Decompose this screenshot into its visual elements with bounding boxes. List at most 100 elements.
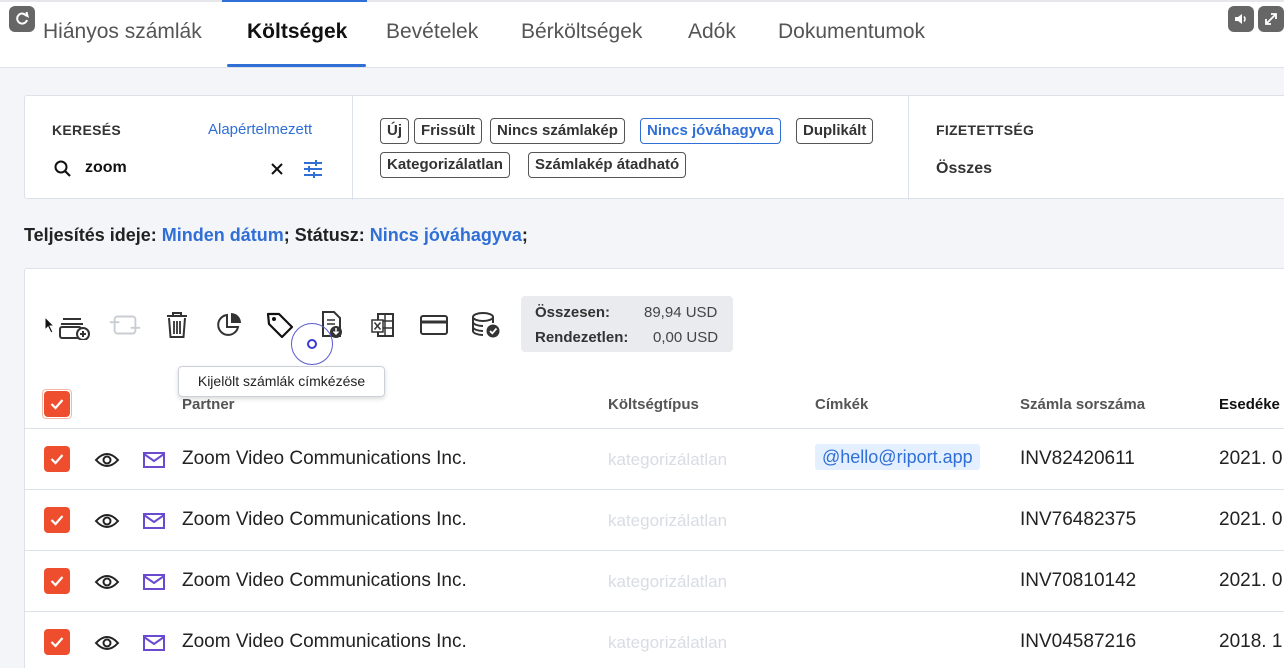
table-row[interactable]: Zoom Video Communications Inc. kategoriz… xyxy=(24,429,1284,490)
tab-adok[interactable]: Adók xyxy=(688,20,736,44)
active-tab-indicator xyxy=(227,64,366,67)
chip-duplikalt[interactable]: Duplikált xyxy=(796,118,874,144)
tab-koltsegek[interactable]: Költségek xyxy=(247,20,347,44)
trash-icon xyxy=(167,312,187,338)
unsettled-value: 0,00 USD xyxy=(653,329,719,346)
tab-bevetelek[interactable]: Bevételek xyxy=(386,20,478,44)
check-icon xyxy=(50,454,64,465)
payment-button[interactable] xyxy=(417,308,451,342)
date-filter-value[interactable]: Minden dátum xyxy=(162,225,284,245)
transfer-button[interactable] xyxy=(108,308,142,342)
separator: ; xyxy=(283,225,290,245)
unsettled-label: Rendezetlen: xyxy=(535,329,629,346)
email-button[interactable] xyxy=(141,508,167,534)
pie-chart-icon xyxy=(217,313,241,336)
credit-card-icon xyxy=(420,315,448,335)
default-filter-link[interactable]: Alapértelmezett xyxy=(208,121,312,138)
chip-szamlakep-atadhato[interactable]: Számlakép átadható xyxy=(528,152,687,178)
date-filter-label: Teljesítés ideje: xyxy=(24,225,157,245)
separator: ; xyxy=(521,225,528,245)
eye-icon xyxy=(94,453,120,467)
mail-icon xyxy=(143,452,165,468)
table-row[interactable]: Zoom Video Communications Inc. kategoriz… xyxy=(24,551,1284,612)
col-header-partner[interactable]: Partner xyxy=(182,396,235,413)
payment-select[interactable]: Összes xyxy=(936,160,992,178)
totals-box: Összesen: 89,94 USD Rendezetlen: 0,00 US… xyxy=(521,296,733,352)
search-input[interactable]: zoom xyxy=(85,159,127,177)
status-filter-label: Státusz: xyxy=(294,225,365,245)
partner-name: Zoom Video Communications Inc. xyxy=(182,570,467,591)
filter-settings-icon[interactable] xyxy=(302,159,324,179)
cost-type: kategorizálatlan xyxy=(608,450,728,469)
add-stack-icon xyxy=(59,318,90,340)
invoice-number: INV04587216 xyxy=(1020,631,1137,652)
row-checkbox[interactable] xyxy=(44,568,70,594)
chip-nincs-jovahagyva[interactable]: Nincs jóváhagyva xyxy=(640,118,781,144)
invoice-number: INV76482375 xyxy=(1020,509,1137,530)
chip-nincs-szamlakep[interactable]: Nincs számlakép xyxy=(490,118,625,144)
add-invoice-button[interactable] xyxy=(57,308,91,342)
transfer-icon xyxy=(109,315,141,335)
coins-check-icon xyxy=(472,312,500,338)
row-checkbox[interactable] xyxy=(44,446,70,472)
view-button[interactable] xyxy=(94,447,120,473)
select-all-checkbox-box xyxy=(44,391,70,417)
email-button[interactable] xyxy=(141,569,167,595)
expand-button[interactable] xyxy=(1258,6,1284,32)
col-header-due-date[interactable]: Esedéke xyxy=(1219,396,1280,413)
col-header-cost-type[interactable]: Költségtípus xyxy=(608,396,699,413)
row-checkbox[interactable] xyxy=(44,629,70,655)
tag-tooltip: Kijelölt számlák címkézése xyxy=(178,366,385,397)
cost-type: kategorizálatlan xyxy=(608,572,728,591)
status-filter-value[interactable]: Nincs jóváhagyva xyxy=(370,225,522,245)
partner-name: Zoom Video Communications Inc. xyxy=(182,631,467,652)
email-button[interactable] xyxy=(141,447,167,473)
check-icon xyxy=(50,637,64,648)
view-button[interactable] xyxy=(94,508,120,534)
email-button[interactable] xyxy=(141,630,167,656)
view-button[interactable] xyxy=(94,630,120,656)
select-all-checkbox[interactable] xyxy=(42,389,72,419)
settle-button[interactable] xyxy=(469,308,503,342)
excel-icon xyxy=(371,313,394,337)
col-header-invoice-number[interactable]: Számla sorszáma xyxy=(1020,396,1145,413)
refresh-button[interactable] xyxy=(9,6,35,32)
invoice-number: INV82420611 xyxy=(1020,448,1135,469)
eye-icon xyxy=(94,636,120,650)
tab-bar: Hiányos számlák Költségek Bevételek Bérk… xyxy=(0,2,1284,68)
categorize-button[interactable] xyxy=(212,308,246,342)
search-label: KERESÉS xyxy=(52,122,122,138)
chip-frissult[interactable]: Frissült xyxy=(414,118,483,144)
tab-dokumentumok[interactable]: Dokumentumok xyxy=(778,20,925,44)
clear-search-icon[interactable] xyxy=(270,162,284,176)
check-icon xyxy=(50,576,64,587)
row-checkbox[interactable] xyxy=(44,507,70,533)
tab-hianyos-szamlak[interactable]: Hiányos számlák xyxy=(43,20,202,44)
invoice-number: INV70810142 xyxy=(1020,570,1137,591)
filter-card: KERESÉS Alapértelmezett zoom Új Frissült… xyxy=(24,95,1284,200)
col-header-tags[interactable]: Címkék xyxy=(815,396,868,413)
mail-icon xyxy=(143,574,165,590)
tab-berkoltsegek[interactable]: Bérköltségek xyxy=(521,20,642,44)
total-value: 89,94 USD xyxy=(644,304,718,321)
chip-uj[interactable]: Új xyxy=(380,118,409,144)
table-row[interactable]: Zoom Video Communications Inc. kategoriz… xyxy=(24,612,1284,668)
eye-icon xyxy=(94,514,120,528)
chip-kategorizalatlan[interactable]: Kategorizálatlan xyxy=(380,152,510,178)
check-icon xyxy=(50,515,64,526)
total-label: Összesen: xyxy=(535,304,611,321)
tag-pill[interactable]: @hello@riport.app xyxy=(815,444,980,470)
refresh-icon xyxy=(16,11,29,25)
check-icon xyxy=(50,399,64,410)
delete-button[interactable] xyxy=(160,308,194,342)
due-date: 2021. 0 xyxy=(1219,570,1283,591)
export-excel-button[interactable] xyxy=(366,308,400,342)
payment-label: FIZETETTSÉG xyxy=(936,122,1035,138)
view-button[interactable] xyxy=(94,569,120,595)
speaker-icon xyxy=(1235,14,1246,24)
due-date: 2018. 1 xyxy=(1219,631,1283,652)
table-row[interactable]: Zoom Video Communications Inc. kategoriz… xyxy=(24,490,1284,551)
sound-button[interactable] xyxy=(1228,6,1254,32)
search-icon xyxy=(54,160,71,177)
cost-type: kategorizálatlan xyxy=(608,511,728,530)
